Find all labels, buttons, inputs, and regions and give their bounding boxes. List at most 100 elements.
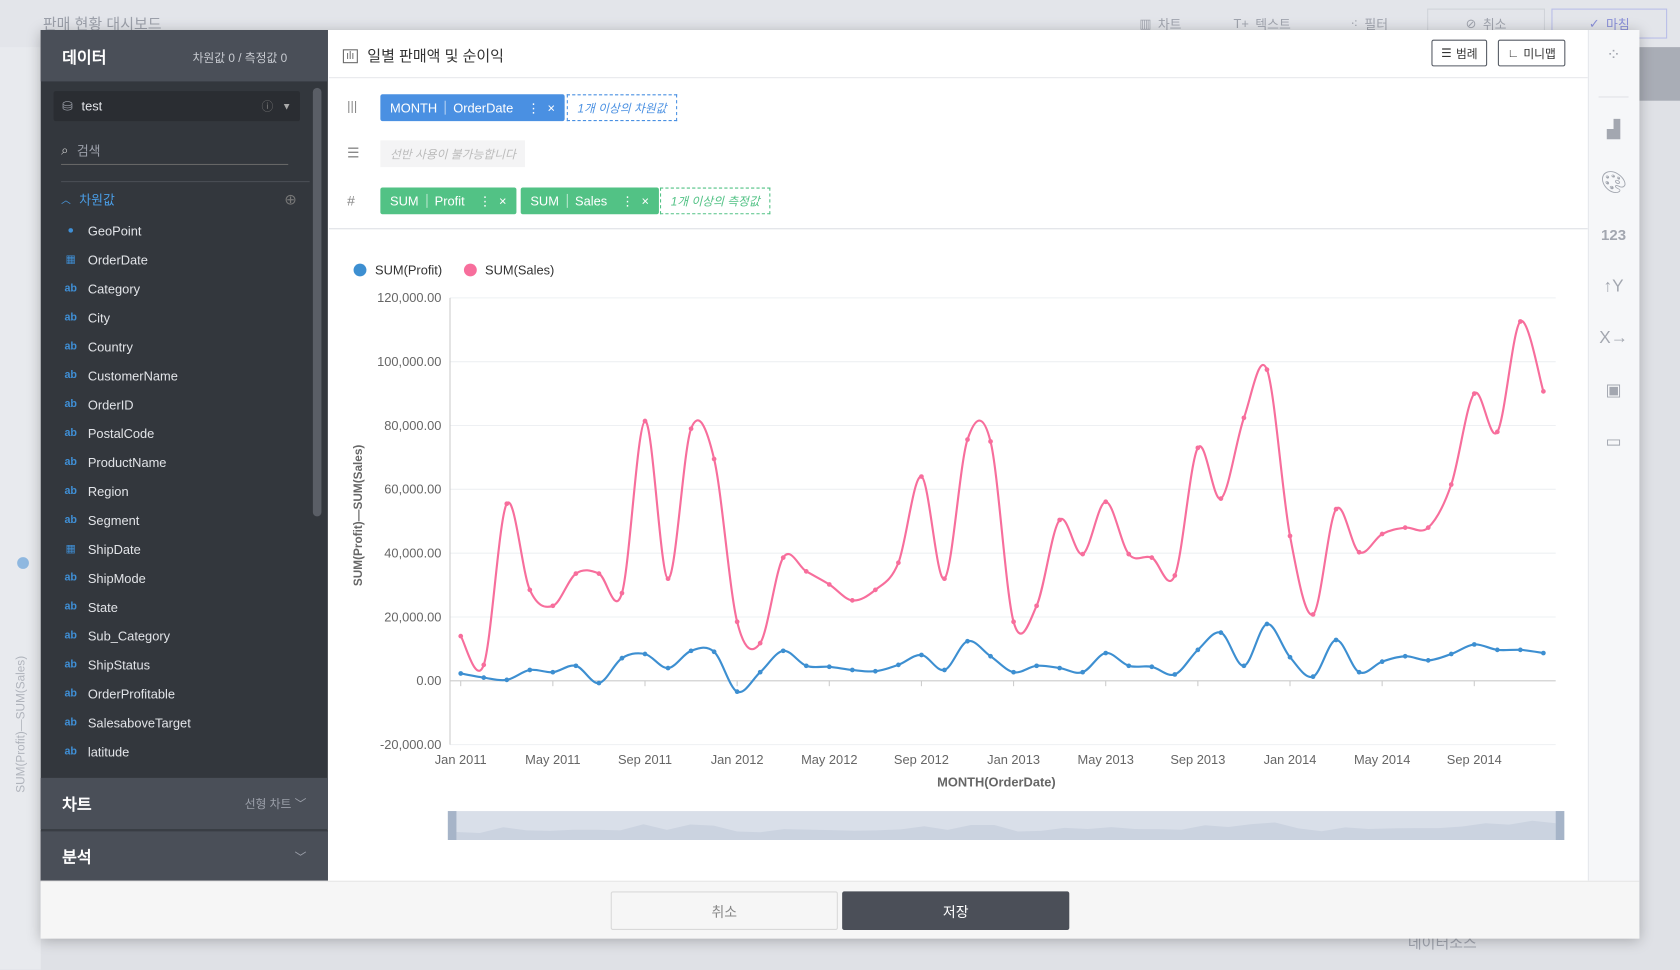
data-point	[1356, 669, 1362, 675]
text-type-icon: ab	[64, 572, 77, 584]
comment-icon[interactable]: ▭	[1596, 428, 1630, 458]
legend-toggle-button[interactable]: ☰ 범례	[1431, 39, 1488, 67]
measure-pill-profit[interactable]: SUM Profit ⋮ ×	[380, 187, 517, 215]
columns-drop-zone[interactable]: 1개 이상의 차원값	[566, 94, 678, 122]
x-tick-label: Jan 2011	[435, 752, 487, 767]
field-item[interactable]: ab SalesaboveTarget	[62, 708, 191, 737]
datasource-select[interactable]: ⛁ test ⓘ ▼	[53, 91, 301, 122]
more-icon[interactable]: ⋮	[527, 100, 540, 115]
x-tick-label: Sep 2014	[1447, 752, 1502, 767]
field-item[interactable]: ab ProductName	[62, 448, 166, 477]
field-item[interactable]: ab Segment	[62, 506, 139, 535]
field-item[interactable]: ab Category	[62, 274, 140, 303]
y-tick-label: 100,000.00	[377, 354, 441, 369]
chart-title-text: 일별 판매액 및 순이익	[367, 47, 504, 65]
data-point	[1541, 650, 1546, 656]
cancel-button[interactable]: 취소	[610, 891, 838, 931]
number-format-icon[interactable]: 123	[1596, 220, 1630, 250]
x-tick-label: Jan 2012	[711, 752, 764, 767]
field-item[interactable]: ab CustomerName	[62, 361, 177, 390]
field-search-input[interactable]: ⌕ 검색	[61, 137, 289, 166]
field-name: GeoPoint	[87, 223, 142, 239]
divider	[328, 228, 1588, 230]
x-axis-icon[interactable]: X→	[1596, 324, 1630, 354]
field-name: Country	[87, 339, 133, 355]
field-name: ShipDate	[87, 541, 141, 557]
field-name: PostalCode	[87, 425, 155, 441]
bar-chart-icon: ılı	[342, 48, 358, 63]
palette-icon[interactable]: 🎨︎	[1596, 168, 1630, 198]
close-icon[interactable]: ×	[641, 193, 649, 208]
rows-shelf-disabled: 선반 사용이 불가능합니다	[380, 140, 526, 168]
analysis-section[interactable]: 분석 ﹀	[40, 830, 328, 882]
data-point	[1034, 603, 1039, 609]
x-axis-label: MONTH(OrderDate)	[937, 774, 1056, 790]
field-item[interactable]: ab ShipStatus	[62, 650, 150, 679]
data-point	[1402, 525, 1408, 530]
column-pill-orderdate[interactable]: MONTH OrderDate ⋮ ×	[380, 94, 565, 122]
data-point	[873, 587, 878, 593]
field-item[interactable]: ab Country	[62, 332, 133, 361]
add-circle-icon[interactable]: ⊕	[284, 191, 297, 209]
more-icon[interactable]: ⋮	[479, 193, 492, 208]
field-item[interactable]: ab City	[62, 303, 110, 332]
data-point	[550, 669, 556, 675]
close-icon[interactable]: ×	[499, 193, 507, 208]
series-line-sales	[459, 320, 1545, 672]
chart-section[interactable]: 차트 선형 차트 ﹀	[40, 777, 328, 830]
data-point	[458, 633, 464, 639]
field-item[interactable]: ▦ ShipDate	[62, 535, 141, 564]
bg-axis-label: SUM(Profit)—SUM(Sales)	[15, 655, 28, 793]
field-item[interactable]: ab Sub_Category	[62, 621, 170, 650]
field-item[interactable]: ab OrderProfitable	[62, 679, 175, 708]
data-point	[1333, 637, 1339, 643]
field-item[interactable]: ab latitude	[62, 737, 129, 766]
data-point	[1172, 672, 1178, 677]
chart-section-title: 차트	[62, 795, 92, 814]
field-item[interactable]: ● GeoPoint	[62, 216, 141, 245]
data-point	[734, 619, 740, 625]
data-point	[803, 663, 809, 669]
y-axis-icon[interactable]: ↑Y	[1596, 272, 1630, 302]
field-name: OrderID	[87, 396, 134, 412]
data-point	[1287, 533, 1293, 539]
field-item[interactable]: ▦ OrderDate	[62, 245, 148, 274]
text-box-icon[interactable]: ▣	[1596, 376, 1630, 406]
divider	[328, 77, 1588, 79]
panel-scrollbar[interactable]	[312, 87, 322, 517]
save-button[interactable]: 저장	[842, 891, 1070, 931]
data-point	[481, 662, 487, 668]
minimap-toggle-button[interactable]: ∟ 미니맵	[1497, 39, 1566, 67]
chart-type-select[interactable]: 선형 차트 ﹀	[245, 795, 307, 812]
dimension-header[interactable]: ︿ 차원값 ⊕	[61, 191, 297, 209]
y-tick-label: 20,000.00	[384, 609, 441, 624]
measures-drop-zone[interactable]: 1개 이상의 측정값	[660, 187, 771, 215]
field-name: ShipStatus	[87, 657, 151, 673]
field-item[interactable]: ab PostalCode	[62, 419, 154, 448]
bar-chart-icon[interactable]: ▟	[1596, 116, 1630, 146]
dots-icon[interactable]: ⁘	[1596, 41, 1630, 71]
close-icon[interactable]: ×	[548, 100, 556, 115]
minimap-handle-left	[447, 811, 457, 841]
check-icon: ✓	[1588, 16, 1600, 32]
x-tick-label: Jan 2013	[987, 752, 1040, 767]
data-point	[1080, 669, 1086, 675]
field-item[interactable]: ab State	[62, 593, 117, 622]
measure-pill-sales[interactable]: SUM Sales ⋮ ×	[520, 187, 659, 215]
dashboard-left-strip	[0, 47, 41, 970]
data-point	[688, 648, 694, 654]
field-item[interactable]: ab OrderID	[62, 390, 133, 419]
x-tick-label: May 2013	[1078, 752, 1134, 767]
info-icon[interactable]: ⓘ	[262, 98, 274, 115]
measures-shelf-icon: #	[347, 192, 355, 209]
field-name: Region	[87, 483, 129, 499]
text-type-icon: ab	[64, 716, 77, 729]
y-tick-label: 40,000.00	[384, 545, 441, 560]
field-item[interactable]: ab ShipMode	[62, 564, 145, 593]
more-icon[interactable]: ⋮	[621, 193, 634, 208]
data-point	[1241, 415, 1247, 421]
columns-shelf-icon: |||	[347, 98, 358, 114]
data-point	[1218, 496, 1224, 501]
field-item[interactable]: ab Region	[62, 477, 128, 506]
data-point	[757, 669, 763, 675]
